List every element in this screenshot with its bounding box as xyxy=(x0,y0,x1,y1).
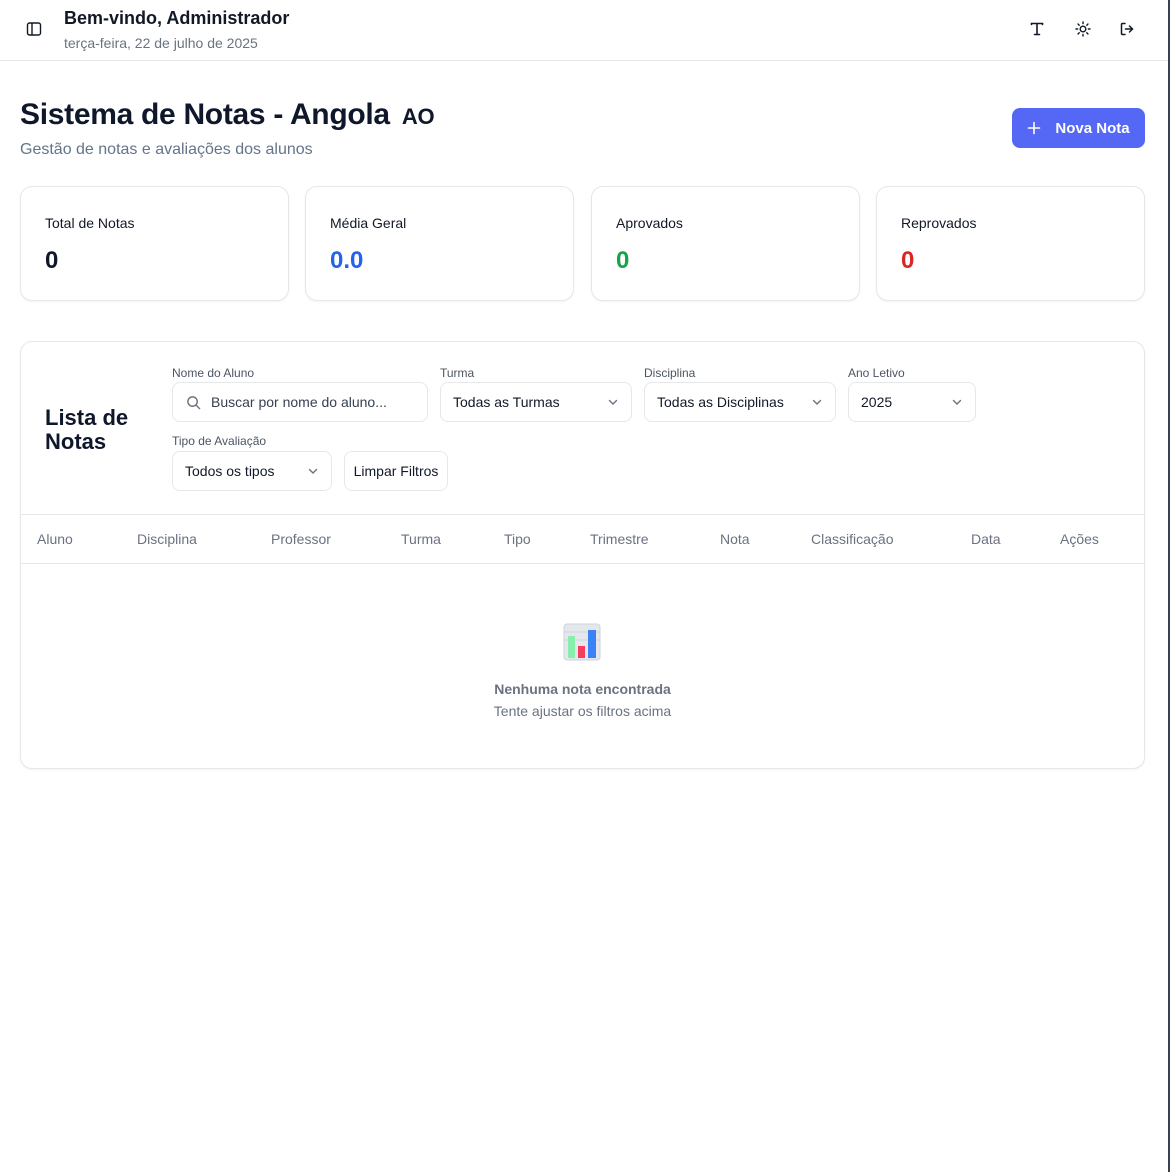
new-grade-label: Nova Nota xyxy=(1055,119,1130,137)
student-search-input[interactable] xyxy=(172,382,428,422)
clear-filters-button[interactable]: Limpar Filtros xyxy=(344,451,448,491)
current-date: terça-feira, 22 de julho de 2025 xyxy=(64,35,258,51)
stat-card-average: Média Geral 0.0 xyxy=(305,186,574,301)
column-header-class[interactable]: Turma xyxy=(401,531,441,547)
chevron-down-icon xyxy=(607,396,619,408)
stat-card-failed: Reprovados 0 xyxy=(876,186,1145,301)
table-header: Aluno Disciplina Professor Turma Tipo Tr… xyxy=(21,514,1144,564)
sun-icon xyxy=(1075,21,1091,37)
chevron-down-icon xyxy=(811,396,823,408)
column-header-date[interactable]: Data xyxy=(971,531,1001,547)
grades-list-panel: Lista de Notas Nome do Aluno Turma Todas… xyxy=(20,341,1145,769)
column-header-teacher[interactable]: Professor xyxy=(271,531,331,547)
subject-select[interactable]: Todas as Disciplinas xyxy=(644,382,836,422)
student-search-field[interactable] xyxy=(211,394,411,410)
theme-toggle-button[interactable] xyxy=(1069,15,1097,43)
column-header-grade[interactable]: Nota xyxy=(720,531,750,547)
column-header-actions: Ações xyxy=(1060,531,1099,547)
empty-state-title: Nenhuma nota encontrada xyxy=(494,681,671,697)
year-filter-label: Ano Letivo xyxy=(848,366,905,380)
top-bar: Bem-vindo, Administrador terça-feira, 22… xyxy=(0,0,1168,61)
stat-value: 0 xyxy=(616,247,630,274)
student-filter-label: Nome do Aluno xyxy=(172,366,255,380)
country-flag-code: AO xyxy=(401,104,435,129)
logout-button[interactable] xyxy=(1113,15,1141,43)
column-header-classification[interactable]: Classificação xyxy=(811,531,893,547)
font-size-button[interactable] xyxy=(1023,15,1051,43)
page-title-text: Sistema de Notas - Angola xyxy=(20,98,390,131)
page-subtitle: Gestão de notas e avaliações dos alunos xyxy=(20,141,313,158)
stat-value: 0 xyxy=(901,247,915,274)
evaluation-type-filter-label: Tipo de Avaliação xyxy=(172,434,267,448)
stat-label: Aprovados xyxy=(616,215,683,231)
subject-filter-label: Disciplina xyxy=(644,366,696,380)
year-select-value: 2025 xyxy=(861,394,893,410)
new-grade-button[interactable]: Nova Nota xyxy=(1012,108,1145,148)
class-select[interactable]: Todas as Turmas xyxy=(440,382,632,422)
subject-select-value: Todas as Disciplinas xyxy=(657,394,784,410)
plus-icon xyxy=(1028,121,1041,135)
column-header-subject[interactable]: Disciplina xyxy=(137,531,197,547)
stat-value: 0.0 xyxy=(330,247,364,274)
welcome-message: Bem-vindo, Administrador xyxy=(64,8,290,28)
sidebar-toggle-icon[interactable] xyxy=(22,17,46,41)
column-header-student[interactable]: Aluno xyxy=(37,531,73,547)
stat-label: Total de Notas xyxy=(45,215,135,231)
search-icon xyxy=(187,395,201,409)
stat-card-total: Total de Notas 0 xyxy=(20,186,289,301)
stat-label: Média Geral xyxy=(330,215,407,231)
evaluation-type-select-value: Todos os tipos xyxy=(185,463,275,479)
bar-chart-icon xyxy=(562,622,602,662)
class-filter-label: Turma xyxy=(440,366,475,380)
font-size-icon xyxy=(1030,22,1044,36)
class-select-value: Todas as Turmas xyxy=(453,394,560,410)
logout-icon xyxy=(1120,22,1134,36)
list-title: Lista de Notas xyxy=(45,405,129,454)
stat-label: Reprovados xyxy=(901,215,977,231)
chevron-down-icon xyxy=(951,396,963,408)
column-header-type[interactable]: Tipo xyxy=(504,531,531,547)
chevron-down-icon xyxy=(307,465,319,477)
year-select[interactable]: 2025 xyxy=(848,382,976,422)
column-header-term[interactable]: Trimestre xyxy=(590,531,649,547)
stat-value: 0 xyxy=(45,247,59,274)
stat-card-approved: Aprovados 0 xyxy=(591,186,860,301)
empty-state-subtitle: Tente ajustar os filtros acima xyxy=(493,703,672,719)
evaluation-type-select[interactable]: Todos os tipos xyxy=(172,451,332,491)
page-title: Sistema de Notas - Angola AO xyxy=(20,98,435,132)
